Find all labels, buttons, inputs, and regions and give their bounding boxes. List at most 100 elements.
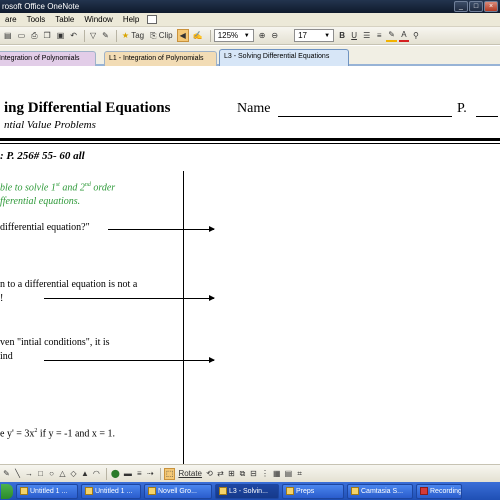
copy-icon[interactable]: ❐ bbox=[42, 29, 53, 42]
rotate-icon[interactable]: ⟲ bbox=[205, 468, 214, 480]
tab-l1-integration-of-polynomials[interactable]: L1 - Integration of Polynomials bbox=[104, 51, 217, 66]
font-color-icon[interactable]: A bbox=[398, 29, 409, 42]
menu-share[interactable]: are bbox=[0, 13, 22, 27]
note-text: if y = -1 and x = 1. bbox=[37, 428, 116, 440]
arrow-2 bbox=[44, 295, 215, 301]
search-icon[interactable]: ⚲ bbox=[411, 29, 421, 42]
drawing-toolbar: ✎ ╲ → □ ○ △ ◇ ▲ ◠ ⬤ ▬ ≡ ⇢ ⬚ Rotate ⟲ ⇄ ⊞… bbox=[0, 464, 500, 482]
arrow-style-icon[interactable]: ⇢ bbox=[146, 468, 155, 480]
help-search-box[interactable] bbox=[147, 15, 158, 24]
arrow-tool-icon[interactable]: → bbox=[24, 468, 34, 480]
taskbar-label: Novell Gro... bbox=[158, 487, 197, 495]
recording-icon bbox=[420, 487, 428, 495]
taskbar-label: L3 - Solvin... bbox=[229, 487, 268, 495]
save-icon[interactable]: ▤ bbox=[2, 29, 14, 42]
line-style-icon[interactable]: ≡ bbox=[135, 468, 144, 480]
note-text: e y' = 3x bbox=[0, 428, 35, 440]
taskbar-item[interactable]: Novell Gro... bbox=[144, 483, 212, 499]
menu-bar: are Tools Table Window Help bbox=[0, 13, 500, 27]
filter-icon[interactable]: ▽ bbox=[88, 29, 98, 42]
chevron-down-icon: ▼ bbox=[324, 32, 331, 39]
paste-icon[interactable]: ▣ bbox=[55, 29, 67, 42]
arc-tool-icon[interactable]: ◠ bbox=[92, 468, 101, 480]
minimize-button[interactable]: _ bbox=[454, 1, 468, 12]
note-question-2: n to a differential equation is not a ! bbox=[0, 278, 137, 306]
selection-tool-icon[interactable]: ⬚ bbox=[163, 467, 176, 480]
bold-button[interactable]: B bbox=[337, 29, 347, 42]
chevron-down-icon: ▼ bbox=[243, 32, 250, 39]
window-title: rosoft Office OneNote bbox=[2, 2, 80, 11]
flip-icon[interactable]: ⇄ bbox=[216, 468, 225, 480]
print-icon[interactable]: ⎙ bbox=[29, 29, 39, 42]
taskbar-item[interactable]: Untitled 1 ... bbox=[16, 483, 78, 499]
arrow-3 bbox=[44, 357, 215, 363]
camtasia-icon bbox=[351, 487, 359, 495]
note-text: ind bbox=[0, 351, 13, 362]
zoom-out-icon[interactable]: ⊖ bbox=[269, 29, 280, 42]
undo-icon[interactable]: ↶ bbox=[68, 29, 79, 42]
page-subtitle: ntial Value Problems bbox=[4, 119, 96, 131]
goal-text: and 2 bbox=[59, 182, 85, 194]
triangle-tool-icon[interactable]: △ bbox=[58, 468, 67, 480]
font-size-value: 17 bbox=[298, 31, 307, 40]
note-text: ven "intial conditions", it is bbox=[0, 337, 110, 348]
pen-tool-icon[interactable]: ✎ bbox=[2, 468, 11, 480]
zoom-combo[interactable]: 125% ▼ bbox=[213, 29, 254, 42]
tab-l3-solving-differential-equations[interactable]: L3 - Solving Differential Equations bbox=[219, 49, 349, 66]
taskbar-label: Preps bbox=[296, 487, 315, 495]
tab-integration-of-polynomials[interactable]: Integration of Polynomials bbox=[0, 51, 96, 66]
diamond-tool-icon[interactable]: ◇ bbox=[69, 468, 78, 480]
eraser-icon[interactable]: ✎ bbox=[100, 29, 111, 42]
maximize-button[interactable]: □ bbox=[469, 1, 483, 12]
line-tool-icon[interactable]: ╲ bbox=[13, 468, 22, 480]
group-icon[interactable]: ⧉ bbox=[238, 468, 247, 480]
menu-table[interactable]: Table bbox=[50, 13, 79, 27]
windows-taskbar: Untitled 1 ... Untitled 1 ... Novell Gro… bbox=[0, 482, 500, 500]
taskbar-item-active[interactable]: L3 - Solvin... bbox=[215, 483, 279, 499]
notebook-page[interactable]: ing Differential Equations ntial Value P… bbox=[0, 68, 500, 464]
rotate-button[interactable]: Rotate bbox=[177, 468, 203, 480]
taskbar-item[interactable]: Recording... bbox=[416, 483, 462, 499]
audio-record-icon[interactable]: ◀ bbox=[176, 29, 189, 42]
grid-icon[interactable]: ▦ bbox=[272, 468, 282, 480]
name-blank-line bbox=[278, 116, 452, 117]
highlight-icon[interactable]: ✎ bbox=[386, 29, 397, 42]
column-divider bbox=[183, 171, 184, 464]
standard-toolbar: ▤ ▭ ⎙ ❐ ▣ ↶ ▽ ✎ ★ Tag ⎘ Clip ◀ ✍ 125% ▼ ⊕… bbox=[0, 27, 500, 45]
window-title-bar: rosoft Office OneNote _ □ × bbox=[0, 0, 500, 13]
font-size-combo[interactable]: 17 ▼ bbox=[294, 29, 335, 42]
distribute-icon[interactable]: ⋮ bbox=[260, 468, 270, 480]
rectangle-tool-icon[interactable]: □ bbox=[36, 468, 45, 480]
fill-color-icon[interactable]: ⬤ bbox=[110, 468, 121, 480]
tag-label: Tag bbox=[131, 31, 145, 40]
pen-icon[interactable]: ✍ bbox=[191, 29, 205, 42]
line-weight-icon[interactable]: ▬ bbox=[123, 468, 133, 480]
toolbar-separator bbox=[159, 467, 161, 480]
menu-help[interactable]: Help bbox=[118, 13, 144, 27]
header-rule-thick bbox=[0, 138, 500, 141]
underline-button[interactable]: U bbox=[349, 29, 359, 42]
goal-text: ble to solvle 1 bbox=[0, 182, 56, 194]
taskbar-item[interactable]: Preps bbox=[282, 483, 344, 499]
example-problem: e y' = 3x2 if y = -1 and x = 1. bbox=[0, 424, 115, 441]
menu-window[interactable]: Window bbox=[79, 13, 117, 27]
section-tab-bar: Integration of Polynomials L1 - Integrat… bbox=[0, 46, 500, 66]
open-icon[interactable]: ▭ bbox=[16, 29, 28, 42]
order-icon[interactable]: ⊟ bbox=[249, 468, 258, 480]
start-button[interactable] bbox=[1, 483, 13, 499]
tag-button[interactable]: ★ Tag bbox=[120, 29, 146, 42]
clip-button[interactable]: ⎘ Clip bbox=[148, 29, 174, 42]
snap-icon[interactable]: ⌗ bbox=[295, 468, 304, 480]
close-button[interactable]: × bbox=[484, 1, 498, 12]
zoom-in-icon[interactable]: ⊕ bbox=[257, 29, 268, 42]
align-icon[interactable]: ⊞ bbox=[227, 468, 236, 480]
table-icon[interactable]: ▤ bbox=[284, 468, 294, 480]
triangle-tool-icon[interactable]: ▲ bbox=[80, 468, 90, 480]
taskbar-item[interactable]: Camtasia S... bbox=[347, 483, 413, 499]
menu-tools[interactable]: Tools bbox=[22, 13, 51, 27]
taskbar-label: Untitled 1 ... bbox=[95, 487, 133, 495]
taskbar-item[interactable]: Untitled 1 ... bbox=[81, 483, 141, 499]
bullets-icon[interactable]: ☰ bbox=[361, 29, 372, 42]
numbering-icon[interactable]: ≡ bbox=[374, 29, 384, 42]
ellipse-tool-icon[interactable]: ○ bbox=[47, 468, 56, 480]
